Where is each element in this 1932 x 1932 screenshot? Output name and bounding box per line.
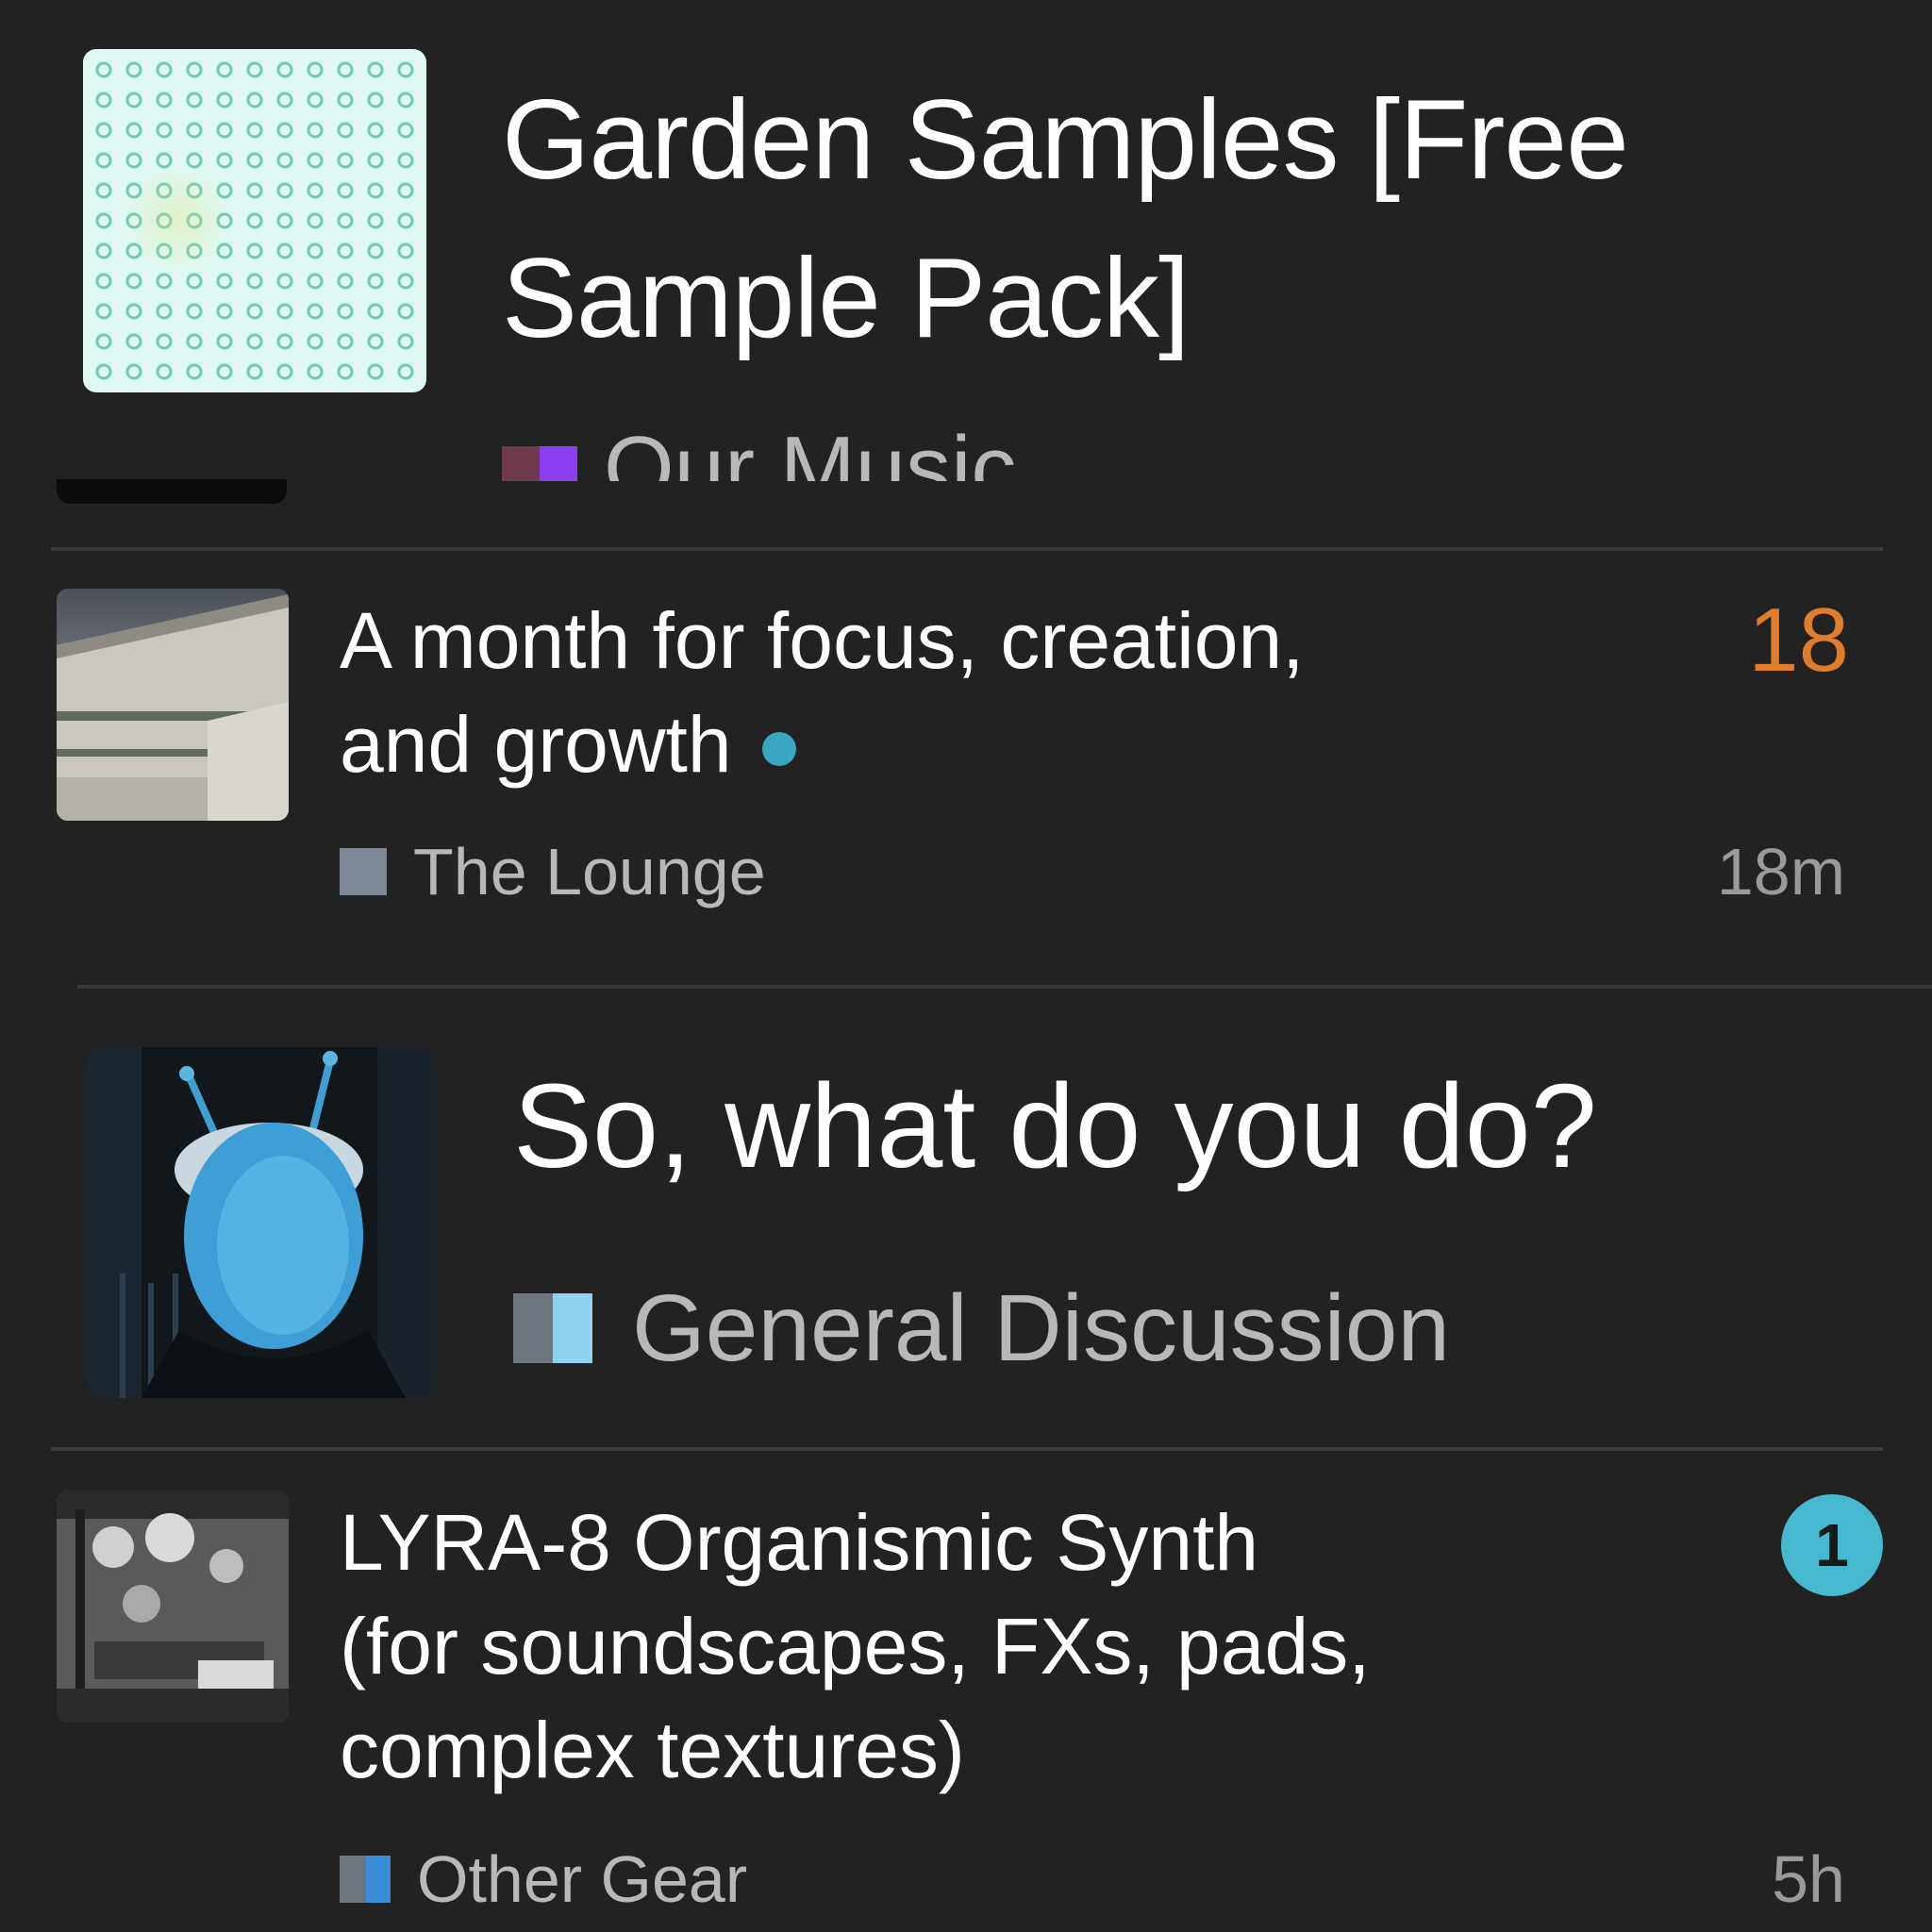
topic-thumbnail[interactable] bbox=[57, 1491, 289, 1723]
topic-what-do-you-do[interactable]: So, what do you do? General Discussion bbox=[0, 989, 1932, 1447]
topic-title[interactable]: LYRA-8 Organismic Synth (for soundscapes… bbox=[340, 1491, 1371, 1802]
badge-count: 1 bbox=[1815, 1511, 1849, 1579]
title-line: (for soundscapes, FXs, pads, bbox=[340, 1602, 1371, 1690]
title-line: LYRA-8 Organismic Synth bbox=[340, 1498, 1259, 1587]
building-image bbox=[57, 589, 289, 821]
title-line: and growth bbox=[340, 692, 1305, 796]
category-swatch bbox=[340, 848, 387, 895]
alien-portrait-image bbox=[85, 1047, 436, 1398]
topic-thumbnail[interactable] bbox=[57, 589, 289, 821]
title-line: Sample Pack] bbox=[502, 235, 1190, 361]
topic-title[interactable]: So, what do you do? bbox=[513, 1051, 1597, 1202]
topic-thumbnail[interactable] bbox=[83, 49, 426, 392]
topic-age: 18m bbox=[1716, 835, 1845, 908]
category-link[interactable]: Other Gear bbox=[340, 1841, 747, 1917]
category-link[interactable]: General Discussion bbox=[513, 1274, 1450, 1383]
category-label: Other Gear bbox=[417, 1842, 748, 1916]
topic-month-for-focus[interactable]: A month for focus, creation, and growth … bbox=[0, 551, 1932, 985]
topic-age: 5h bbox=[1772, 1842, 1845, 1916]
category-swatch bbox=[340, 1856, 391, 1903]
category-label: General Discussion bbox=[632, 1275, 1451, 1381]
topic-title[interactable]: Garden Samples [Free Sample Pack] bbox=[502, 60, 1629, 377]
category-label: The Lounge bbox=[413, 835, 766, 908]
category-clip: Our Music bbox=[502, 415, 1257, 481]
topic-lyra-8[interactable]: LYRA-8 Organismic Synth (for soundscapes… bbox=[0, 1451, 1932, 1932]
category-label: Our Music bbox=[604, 418, 1017, 481]
synth-photo-image bbox=[57, 1491, 289, 1723]
scroll-remnant bbox=[57, 479, 287, 504]
title-line: A month for focus, creation, bbox=[340, 596, 1305, 685]
topic-title[interactable]: A month for focus, creation, and growth bbox=[340, 589, 1305, 796]
unread-dot-icon bbox=[761, 732, 796, 766]
category-swatch bbox=[513, 1293, 592, 1363]
title-line: complex textures) bbox=[340, 1706, 965, 1794]
topic-thumbnail[interactable] bbox=[85, 1047, 436, 1398]
garden-pattern-image bbox=[83, 49, 426, 392]
category-link[interactable]: The Lounge bbox=[340, 834, 766, 909]
category-swatch bbox=[502, 446, 577, 481]
topic-garden-samples[interactable]: Garden Samples [Free Sample Pack] Our Mu… bbox=[0, 0, 1932, 528]
category-link[interactable]: Our Music bbox=[502, 417, 1016, 481]
new-posts-badge[interactable]: 1 bbox=[1781, 1494, 1883, 1596]
title-line: Garden Samples [Free bbox=[502, 76, 1629, 203]
reply-count[interactable]: 18 bbox=[1748, 589, 1849, 692]
title-text: and growth bbox=[340, 700, 732, 789]
